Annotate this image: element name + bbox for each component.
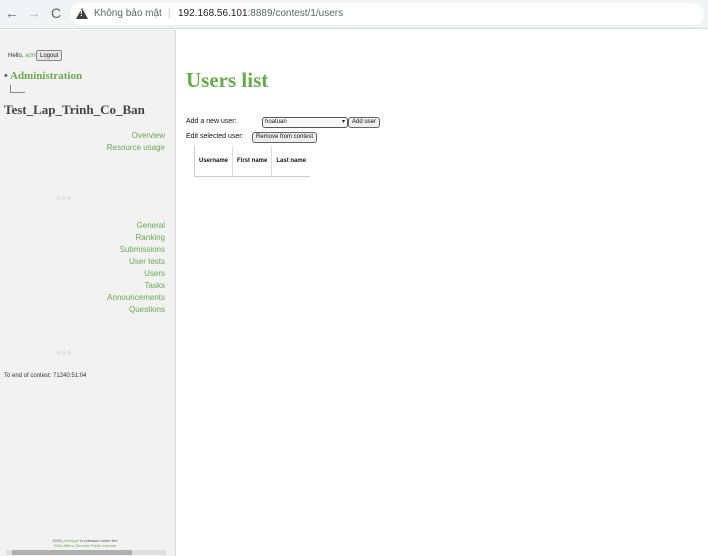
menu-item-overview[interactable]: Overview (107, 130, 165, 142)
menu-item-ranking[interactable]: Ranking (107, 232, 165, 244)
url-text[interactable]: 192.168.56.101:8889/contest/1/users (178, 3, 343, 25)
edit-user-row: Edit selected user: Remove from contest (186, 132, 318, 143)
column-header-first-name[interactable]: First name (232, 146, 272, 177)
forward-arrow-icon[interactable]: → (26, 5, 42, 21)
section-menu: General Ranking Submissions User tests U… (107, 220, 165, 316)
menu-item-announcements[interactable]: Announcements (107, 292, 165, 304)
url-host: 192.168.56.101 (178, 8, 248, 19)
back-arrow-icon[interactable]: ← (4, 5, 20, 21)
menu-item-user-tests[interactable]: User tests (107, 256, 165, 268)
menu-item-general[interactable]: General (107, 220, 165, 232)
menu-item-users[interactable]: Users (107, 268, 165, 280)
footer-license: CMS prototype is released under the GNU … (10, 538, 160, 548)
users-table: Username First name Last name (193, 146, 311, 177)
reload-icon[interactable]: C (48, 5, 64, 21)
add-user-row: Add a new user: hoatuan ▾ Add user (186, 117, 381, 128)
menu-separator: ○○○ (56, 350, 72, 357)
administration-link[interactable]: • Administration (4, 70, 82, 82)
menu-separator: ○○○ (56, 195, 72, 202)
add-user-label: Add a new user: (186, 118, 237, 125)
scrollbar-thumb[interactable] (12, 550, 132, 555)
sidebar: Hello, admin Logout • Administration Tes… (0, 30, 176, 556)
contest-menu: Overview Resource usage (107, 130, 165, 154)
warning-icon[interactable] (76, 8, 88, 19)
horizontal-scrollbar[interactable] (6, 550, 166, 555)
contest-countdown: To end of contest: 71240:51:04 (4, 373, 87, 379)
license-link[interactable]: GNU Affero General Public License (54, 543, 117, 548)
menu-item-tasks[interactable]: Tasks (107, 280, 165, 292)
column-header-username[interactable]: Username (193, 146, 233, 177)
browser-toolbar: ← → C Không bảo mật | 192.168.56.101:888… (0, 0, 708, 29)
address-bar[interactable]: Không bảo mật | 192.168.56.101:8889/cont… (70, 3, 704, 25)
chevron-down-icon: ▾ (341, 119, 345, 125)
user-select-value: hoatuan (265, 119, 287, 125)
tree-connector (10, 85, 25, 93)
greeting-text: Hello, (8, 53, 24, 59)
security-status[interactable]: Không bảo mật (94, 3, 162, 25)
menu-item-questions[interactable]: Questions (107, 304, 165, 316)
table-header-row: Username First name Last name (193, 146, 311, 177)
column-header-last-name[interactable]: Last name (271, 146, 311, 177)
logout-button[interactable]: Logout (36, 50, 63, 61)
page-title: Users list (186, 68, 269, 92)
menu-item-submissions[interactable]: Submissions (107, 244, 165, 256)
contest-name: Test_Lap_Trinh_Co_Ban (4, 102, 145, 117)
menu-item-resource-usage[interactable]: Resource usage (107, 142, 165, 154)
remove-from-contest-button[interactable]: Remove from contest (252, 132, 318, 143)
user-select[interactable]: hoatuan ▾ (262, 117, 348, 128)
add-user-button[interactable]: Add user (348, 117, 381, 128)
edit-user-label: Edit selected user: (186, 133, 244, 140)
url-path: :8889/contest/1/users (247, 8, 344, 19)
administration-label: Administration (10, 70, 83, 82)
address-separator: | (168, 8, 171, 19)
